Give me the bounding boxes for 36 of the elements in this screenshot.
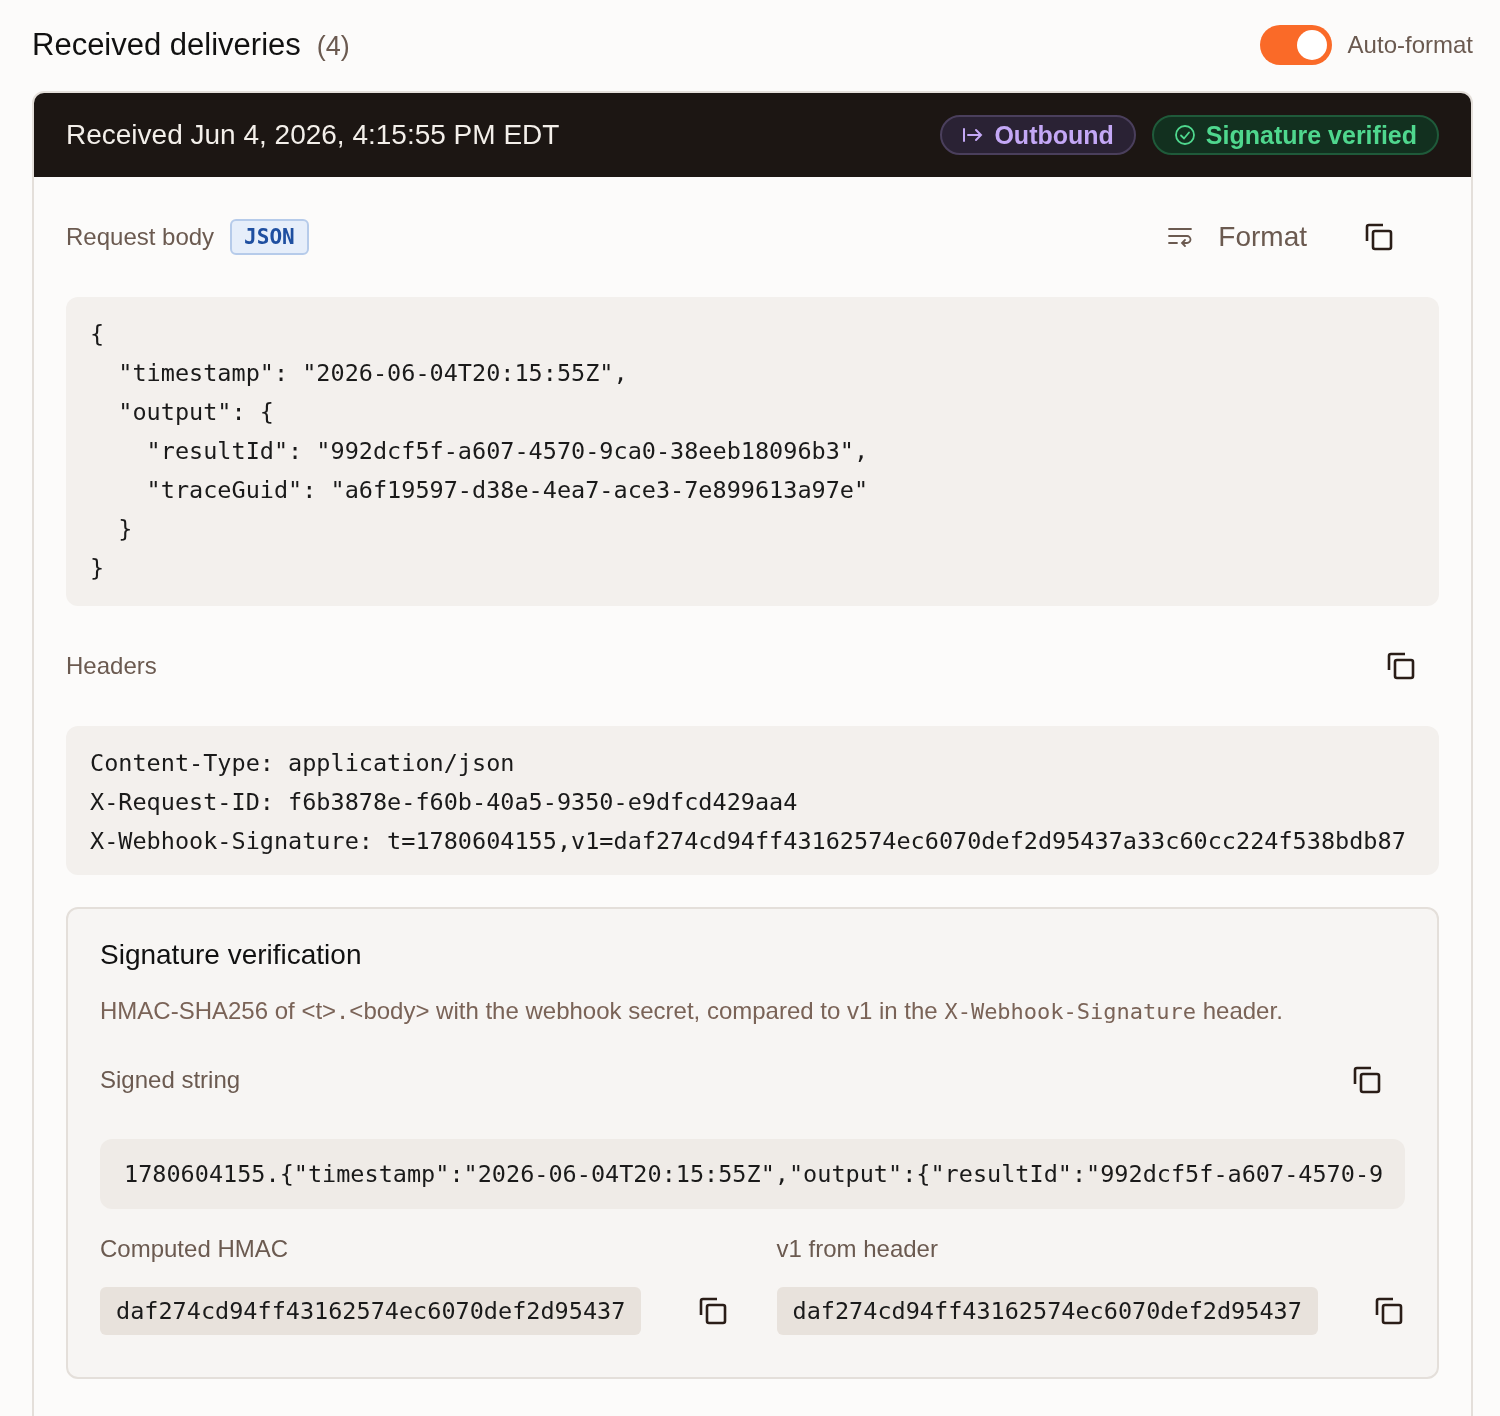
- format-button[interactable]: Format: [1166, 221, 1307, 253]
- code-line: "timestamp": "2026-06-04T20:15:55Z",: [117, 358, 629, 389]
- signed-string-label: Signed string: [100, 1066, 241, 1094]
- computed-hmac-value: daf274cd94ff43162574ec6070def2d95437: [100, 1287, 642, 1335]
- code-line: "resultId": "992dcf5f-a607-4570-9ca0-38eeb18096b3",: [145, 436, 870, 467]
- header-line: X-Webhook-Signature: t=1780604155,v1=daf274cd94ff43162574ec6070def2d95437a33c60cc224f538bdb87: [90, 826, 1407, 857]
- computed-hmac-label: Computed HMAC: [100, 1235, 290, 1263]
- header-line: Content-Type: application/json: [90, 748, 516, 779]
- signed-string-value: 1780604155.{"timestamp":"2026-06-04T20:15:55Z","output":{"resultId":"992dcf5f-a607-4570-9: [100, 1139, 1405, 1209]
- copy-icon[interactable]: [1363, 221, 1395, 253]
- wrap-lines-icon: [1166, 225, 1195, 249]
- received-timestamp: Received Jun 4, 2026, 4:15:55 PM EDT: [66, 119, 560, 151]
- header-line: X-Request-ID: f6b3878e-f60b-40a5-9350-e9dfcd429aa4: [90, 787, 799, 818]
- outbound-badge: Outbound: [940, 115, 1136, 155]
- request-body-label: Request body: [66, 223, 215, 251]
- check-circle-icon: [1173, 124, 1196, 146]
- code-line: {: [90, 319, 106, 350]
- arrow-right-bar-icon: [962, 126, 985, 144]
- copy-icon[interactable]: [1385, 650, 1417, 682]
- code-line: }: [117, 514, 134, 545]
- verified-badge: Signature verified: [1151, 115, 1439, 155]
- code-line: "traceGuid": "a6f19597-d38e-4ea7-ace3-7e899613a97e": [145, 475, 870, 506]
- verification-description: HMAC-SHA256 of <t>.<body> with the webhook secret, compared to v1 in the X-Webhook-Signature header.: [100, 997, 1284, 1025]
- verification-title: Signature verification: [100, 939, 363, 971]
- auto-format-label: Auto-format: [1347, 31, 1473, 59]
- auto-format-toggle[interactable]: [1259, 25, 1332, 65]
- copy-icon[interactable]: [1373, 1295, 1405, 1327]
- section-title: Received deliveries: [32, 27, 301, 63]
- copy-icon[interactable]: [1351, 1064, 1383, 1096]
- header-v1-label: v1 from header: [776, 1235, 939, 1263]
- code-line: }: [90, 553, 106, 584]
- code-line: "output": {: [117, 397, 275, 428]
- json-badge: JSON: [230, 219, 309, 255]
- headers-label: Headers: [66, 652, 157, 680]
- header-v1-value: daf274cd94ff43162574ec6070def2d95437: [776, 1287, 1318, 1335]
- delivery-count: (4): [316, 31, 350, 62]
